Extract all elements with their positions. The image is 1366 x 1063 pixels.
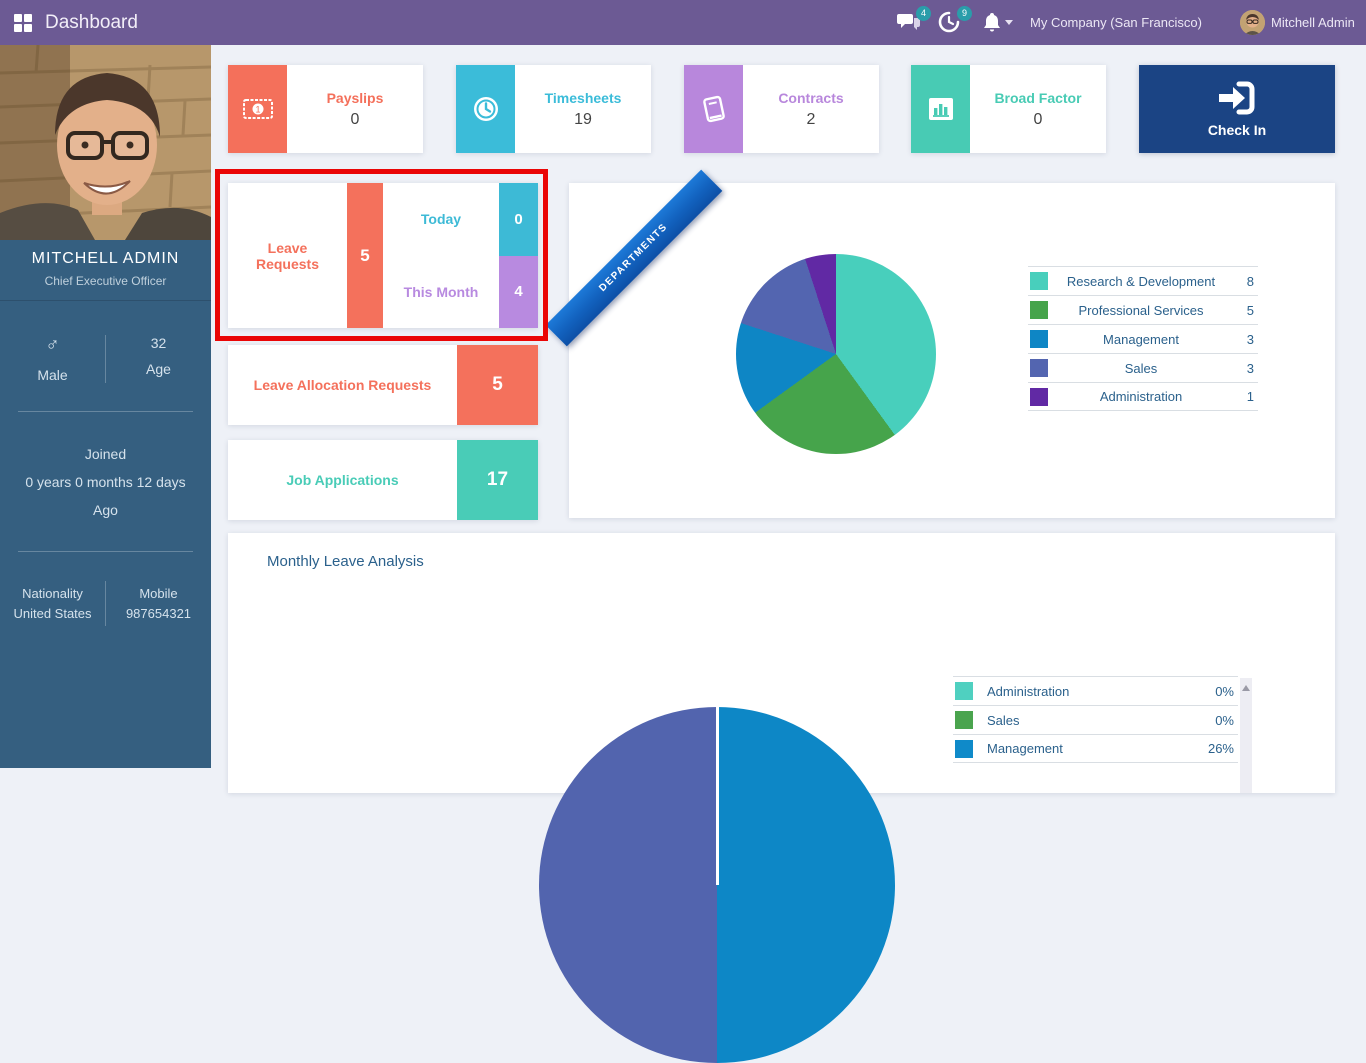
kpi-value: 0 (1034, 111, 1043, 129)
gender-block: ♂ Male (0, 335, 105, 383)
svg-text:1: 1 (255, 105, 260, 115)
employee-role: Chief Executive Officer (4, 274, 207, 288)
activities-badge: 9 (957, 6, 972, 21)
nationality-mobile-section: Nationality United States Mobile 9876543… (0, 552, 211, 651)
legend-swatch (955, 711, 973, 729)
kpi-card-timesheets[interactable]: Timesheets 19 (456, 65, 651, 153)
kpi-label: Timesheets (545, 90, 622, 106)
employee-name: MITCHELL ADMIN (4, 250, 207, 268)
monthly-leave-legend: Administration 0% Sales 0% Management 26… (953, 676, 1238, 763)
legend-swatch (1030, 359, 1048, 377)
kpi-card-broad-factor[interactable]: Broad Factor 0 (911, 65, 1106, 153)
bar-chart-icon (927, 96, 955, 122)
legend-row: Sales 3 (1028, 353, 1258, 382)
activities-icon[interactable]: 9 (938, 11, 964, 35)
legend-swatch (955, 740, 973, 758)
company-menu[interactable]: My Company (San Francisco) (1030, 0, 1202, 45)
legend-swatch (1030, 272, 1048, 290)
leave-allocation-value: 5 (457, 345, 538, 425)
job-applications-label: Job Applications (228, 440, 457, 520)
legend-row: Professional Services 5 (1028, 295, 1258, 324)
employee-name-section: MITCHELL ADMIN Chief Executive Officer (0, 240, 211, 301)
mobile-block: Mobile 987654321 (105, 581, 211, 626)
today-value: 0 (499, 183, 538, 256)
money-icon: 1 (243, 99, 273, 119)
this-month-label: This Month (383, 256, 499, 329)
leave-requests-card[interactable]: Leave Requests 5 Today This Month 0 4 (228, 183, 538, 328)
legend-swatch (1030, 388, 1048, 406)
clock-icon (472, 95, 500, 123)
messages-icon[interactable]: 4 (897, 11, 923, 35)
sign-in-icon (1215, 80, 1259, 116)
chevron-down-icon (1005, 20, 1013, 25)
kpi-label: Payslips (327, 90, 384, 106)
messages-badge: 4 (916, 6, 931, 21)
kpi-value: 19 (574, 111, 592, 129)
leave-allocation-label: Leave Allocation Requests (228, 345, 457, 425)
departments-ribbon: DEPARTMENTS (546, 170, 723, 347)
scroll-up-icon[interactable] (1242, 685, 1250, 691)
age-block: 32 Age (105, 335, 211, 383)
kpi-card-contracts[interactable]: Contracts 2 (684, 65, 879, 153)
legend-row: Management 3 (1028, 324, 1258, 353)
leave-requests-title: Leave Requests (228, 183, 347, 328)
apps-menu-icon[interactable] (14, 14, 32, 32)
joined-section: Joined 0 years 0 months 12 days Ago (0, 412, 211, 551)
employee-sidebar: MITCHELL ADMIN Chief Executive Officer ♂… (0, 45, 211, 768)
employee-photo (0, 45, 211, 240)
leave-requests-total: 5 (347, 183, 383, 328)
user-menu[interactable]: Mitchell Admin (1271, 0, 1355, 45)
check-in-button[interactable]: Check In (1139, 65, 1335, 153)
legend-swatch (955, 682, 973, 700)
male-icon: ♂ (0, 335, 105, 357)
top-navbar: Dashboard 4 9 My Company (San Francisco) (0, 0, 1366, 45)
legend-row: Sales 0% (953, 705, 1238, 734)
departments-pie-chart (736, 254, 936, 454)
leave-allocation-card[interactable]: Leave Allocation Requests 5 (228, 345, 538, 425)
kpi-label: Broad Factor (994, 90, 1081, 106)
user-avatar[interactable] (1240, 10, 1265, 35)
legend-row: Research & Development 8 (1028, 266, 1258, 295)
legend-swatch (1030, 330, 1048, 348)
page-title: Dashboard (45, 0, 138, 45)
gender-age-section: ♂ Male 32 Age (0, 301, 211, 411)
departments-legend: Research & Development 8 Professional Se… (1028, 266, 1258, 411)
this-month-value: 4 (499, 256, 538, 329)
nationality-block: Nationality United States (0, 581, 105, 626)
legend-swatch (1030, 301, 1048, 319)
legend-row: Administration 1 (1028, 382, 1258, 411)
kpi-card-payslips[interactable]: 1 Payslips 0 (228, 65, 423, 153)
kpi-label: Contracts (778, 90, 843, 106)
monthly-leave-title: Monthly Leave Analysis (267, 553, 424, 570)
monthly-leave-card: Monthly Leave Analysis Administration 0%… (228, 533, 1335, 793)
kpi-value: 0 (351, 111, 360, 129)
monthly-leave-pie-chart (539, 707, 895, 1063)
legend-row: Administration 0% (953, 676, 1238, 705)
legend-scrollbar[interactable] (1240, 678, 1252, 793)
departments-card: DEPARTMENTS Research & Development 8 Pro… (569, 183, 1335, 518)
book-icon (701, 95, 727, 123)
today-label: Today (383, 183, 499, 256)
kpi-value: 2 (807, 111, 816, 129)
legend-row: Management 26% (953, 734, 1238, 763)
job-applications-value: 17 (457, 440, 538, 520)
job-applications-card[interactable]: Job Applications 17 (228, 440, 538, 520)
